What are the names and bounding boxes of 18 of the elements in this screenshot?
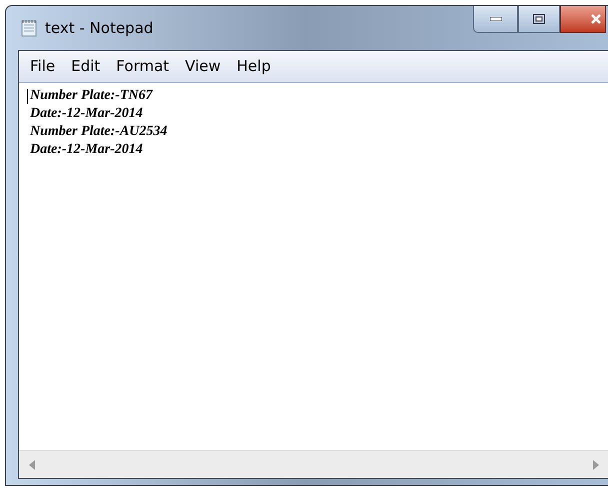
menu-item[interactable]: File — [22, 55, 64, 78]
close-button[interactable] — [560, 6, 606, 33]
text-cursor — [27, 89, 28, 104]
text-line: Number Plate:-AU2534 — [30, 123, 168, 141]
maximize-icon — [533, 14, 545, 24]
menu-item[interactable]: Edit — [63, 55, 108, 78]
minimize-button[interactable] — [473, 6, 518, 33]
maximize-button[interactable] — [518, 6, 560, 33]
menu-item[interactable]: Format — [108, 55, 178, 78]
menu-item[interactable]: View — [177, 55, 229, 78]
close-icon — [591, 14, 601, 24]
text-line: Date:-12-Mar-2014 — [30, 105, 143, 123]
text-line: Date:-12-Mar-2014 — [30, 141, 143, 159]
menu-item[interactable]: Help — [228, 55, 279, 78]
window-title: text - Notepad — [45, 18, 154, 39]
text-line: Number Plate:-TN67 — [30, 87, 152, 105]
notepad-icon — [20, 19, 38, 37]
minimize-icon — [490, 17, 502, 21]
